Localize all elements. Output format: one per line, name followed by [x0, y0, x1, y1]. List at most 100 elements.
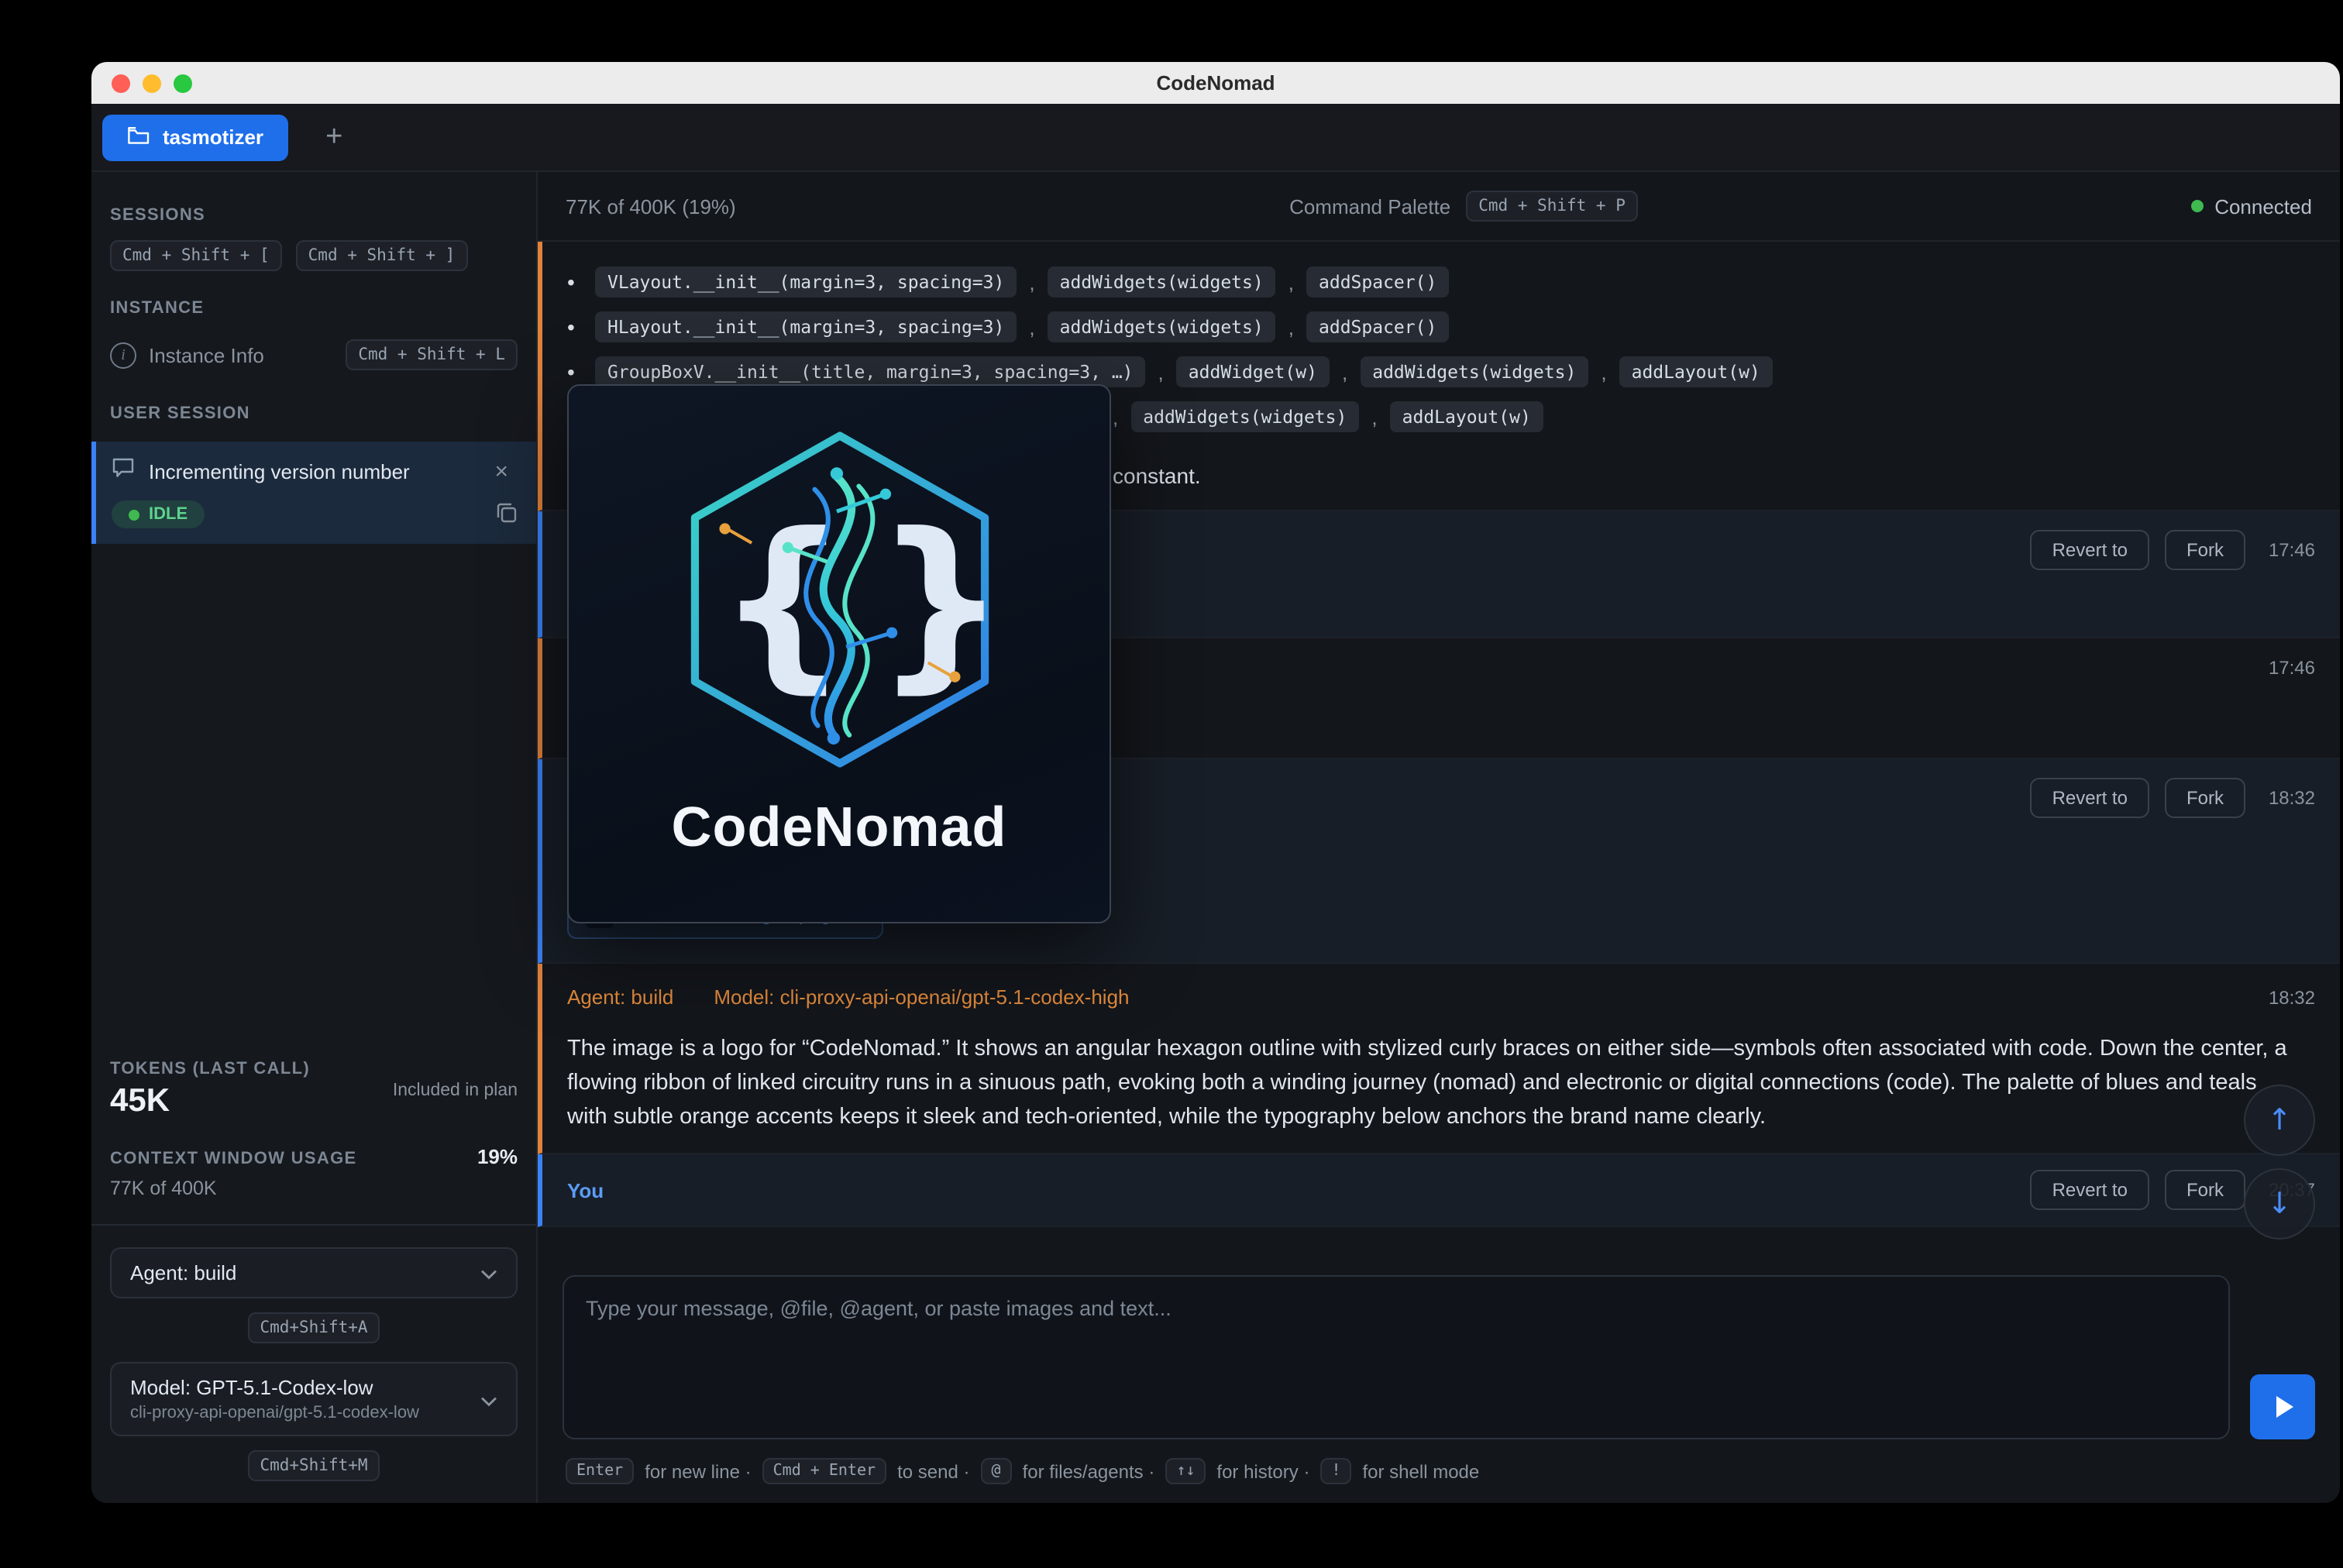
- composer: [538, 1257, 2340, 1455]
- bullet-line: • VLayout.__init__(margin=3, spacing=3) …: [567, 266, 2315, 297]
- app-body: SESSIONS Cmd + Shift + [ Cmd + Shift + ]…: [91, 172, 2340, 1503]
- partially-hidden-text: constant.: [1113, 463, 2315, 488]
- send-icon: [2276, 1396, 2293, 1418]
- code-chip: addSpacer(): [1306, 266, 1449, 297]
- instance-info-row[interactable]: i Instance Info Cmd + Shift + L: [110, 339, 518, 370]
- fork-button[interactable]: Fork: [2165, 1170, 2245, 1210]
- sidebar: SESSIONS Cmd + Shift + [ Cmd + Shift + ]…: [91, 172, 538, 1503]
- scroll-to-bottom-button[interactable]: ↓: [2244, 1168, 2315, 1240]
- instance-header: INSTANCE: [110, 299, 518, 318]
- model-select-label: Model: GPT-5.1-Codex-low: [130, 1376, 419, 1399]
- you-label: You: [567, 1178, 604, 1202]
- fork-button[interactable]: Fork: [2165, 778, 2245, 818]
- new-tab-button[interactable]: +: [313, 116, 355, 158]
- titlebar: CodeNomad: [91, 62, 2340, 104]
- sidebar-divider: [91, 1224, 536, 1226]
- codenomad-logo: { }: [650, 411, 1028, 789]
- chevron-down-icon: [480, 1387, 497, 1411]
- traffic-lights: [112, 74, 192, 93]
- at-key-chip: @: [981, 1458, 1012, 1484]
- app-window: CodeNomad tasmotizer + SESSIONS Cmd + Sh…: [91, 62, 2340, 1503]
- composer-hints: Enter for new line · Cmd + Enter to send…: [538, 1455, 2340, 1503]
- session-card[interactable]: Incrementing version number × IDLE: [91, 442, 536, 544]
- message-input[interactable]: [563, 1275, 2230, 1439]
- sidebar-spacer: [110, 544, 518, 1060]
- model-select-sub: cli-proxy-api-openai/gpt-5.1-codex-low: [130, 1404, 419, 1422]
- next-session-shortcut: Cmd + Shift + ]: [296, 240, 468, 271]
- revert-to-button[interactable]: Revert to: [2031, 530, 2149, 570]
- status-badge: IDLE: [112, 500, 205, 528]
- preview-brand-text: CodeNomad: [671, 795, 1006, 860]
- info-icon: i: [110, 342, 136, 368]
- context-usage-indicator: 77K of 400K (19%): [566, 194, 736, 218]
- minimize-window-button[interactable]: [143, 74, 161, 93]
- bang-key-chip: !: [1320, 1458, 1351, 1484]
- close-window-button[interactable]: [112, 74, 130, 93]
- window-title: CodeNomad: [1156, 71, 1275, 95]
- revert-to-button[interactable]: Revert to: [2031, 778, 2149, 818]
- revert-to-button[interactable]: Revert to: [2031, 1170, 2149, 1210]
- brace-right-glyph: }: [874, 493, 1006, 710]
- session-shortcuts: Cmd + Shift + [ Cmd + Shift + ]: [110, 240, 518, 271]
- tokens-block: TOKENS (LAST CALL) 45K Included in plan: [110, 1060, 518, 1120]
- tab-tasmotizer[interactable]: tasmotizer: [102, 114, 288, 160]
- code-chip: HLayout.__init__(margin=3, spacing=3): [595, 311, 1017, 342]
- copy-session-button[interactable]: [496, 501, 518, 528]
- tokens-note: Included in plan: [393, 1081, 518, 1099]
- tab-label: tasmotizer: [163, 126, 263, 149]
- message-timestamp: 17:46: [2269, 657, 2315, 679]
- message-timestamp: 17:46: [2269, 539, 2315, 561]
- context-header: CONTEXT WINDOW USAGE: [110, 1150, 357, 1168]
- image-preview-overlay[interactable]: { } CodeNomad: [567, 384, 1111, 923]
- bullet-line: • HLayout.__init__(margin=3, spacing=3) …: [567, 311, 2315, 342]
- code-chip: addWidgets(widgets): [1360, 356, 1588, 387]
- code-chip: VLayout.__init__(margin=3, spacing=3): [595, 266, 1017, 297]
- status-dot: [129, 509, 139, 520]
- command-palette[interactable]: Command Palette Cmd + Shift + P: [1289, 191, 1638, 222]
- instance-info-label: Instance Info: [149, 343, 264, 366]
- code-chip: addLayout(w): [1619, 356, 1773, 387]
- bullet-line-partially-hidden: , addWidgets(widgets) , addLayout(w): [1113, 401, 2315, 432]
- code-chip: addWidgets(widgets): [1048, 311, 1276, 342]
- chat-bubble-icon: [112, 457, 135, 487]
- scroll-to-top-button[interactable]: ↑: [2244, 1085, 2315, 1156]
- agent-shortcut: Cmd+Shift+A: [247, 1312, 380, 1343]
- tokens-header: TOKENS (LAST CALL): [110, 1060, 310, 1078]
- user-message-you-row: You Revert to Fork 20:37: [538, 1154, 2340, 1227]
- fork-button[interactable]: Fork: [2165, 530, 2245, 570]
- code-chip: addWidget(w): [1176, 356, 1330, 387]
- agent-select[interactable]: Agent: build: [110, 1247, 518, 1298]
- code-chip: addLayout(w): [1390, 401, 1543, 432]
- bullet-line: • GroupBoxV.__init__(title, margin=3, sp…: [567, 356, 2315, 387]
- message-timestamp: 18:32: [2269, 787, 2315, 809]
- model-shortcut: Cmd+Shift+M: [247, 1450, 380, 1481]
- cmd-enter-key-chip: Cmd + Enter: [762, 1458, 886, 1484]
- send-button[interactable]: [2250, 1374, 2315, 1439]
- context-percent: 19%: [477, 1145, 518, 1168]
- model-select[interactable]: Model: GPT-5.1-Codex-low cli-proxy-api-o…: [110, 1362, 518, 1436]
- history-key-chip: ↑↓: [1165, 1458, 1206, 1484]
- agent-tag: Agent: build: [567, 985, 673, 1009]
- sessions-header: SESSIONS: [110, 206, 518, 225]
- assistant-message-final: Agent: build Model: cli-proxy-api-openai…: [538, 964, 2340, 1154]
- user-session-header: USER SESSION: [110, 404, 518, 423]
- screen: CodeNomad tasmotizer + SESSIONS Cmd + Sh…: [0, 0, 2343, 1568]
- chevron-down-icon: [480, 1261, 497, 1284]
- connected-dot: [2191, 200, 2204, 212]
- context-usage-text: 77K of 400K: [110, 1178, 518, 1199]
- assistant-message-text: The image is a logo for “CodeNomad.” It …: [567, 1032, 2315, 1134]
- connection-status: Connected: [2191, 194, 2312, 218]
- tab-bar: tasmotizer +: [91, 104, 2340, 172]
- code-chip: GroupBoxV.__init__(title, margin=3, spac…: [595, 356, 1146, 387]
- code-chip: addSpacer(): [1306, 311, 1449, 342]
- model-tag: Model: cli-proxy-api-openai/gpt-5.1-code…: [714, 985, 1129, 1009]
- enter-key-chip: Enter: [566, 1458, 634, 1484]
- message-timestamp: 18:32: [2269, 986, 2315, 1008]
- code-chip: addWidgets(widgets): [1048, 266, 1276, 297]
- main-topbar: 77K of 400K (19%) Command Palette Cmd + …: [538, 172, 2340, 242]
- zoom-window-button[interactable]: [174, 74, 192, 93]
- code-chip: addWidgets(widgets): [1130, 401, 1359, 432]
- tokens-value: 45K: [110, 1083, 310, 1120]
- folder-icon: [127, 125, 150, 150]
- close-session-button[interactable]: ×: [485, 459, 518, 485]
